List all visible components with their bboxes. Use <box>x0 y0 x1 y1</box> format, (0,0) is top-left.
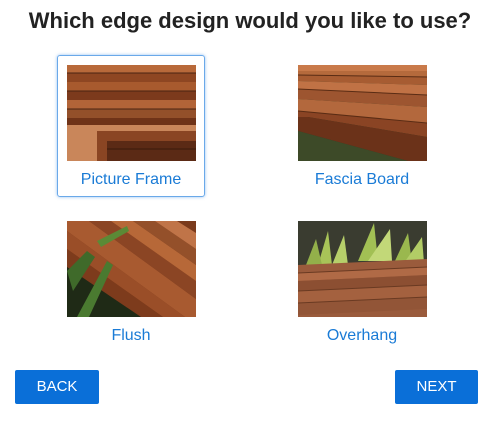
picture-frame-image <box>67 65 196 161</box>
question-title: Which edge design would you like to use? <box>28 8 472 33</box>
option-label: Overhang <box>326 327 398 344</box>
option-fascia-board[interactable]: Fascia Board <box>288 55 436 197</box>
back-button[interactable]: BACK <box>15 370 99 404</box>
option-label: Picture Frame <box>80 171 182 188</box>
fascia-board-image <box>298 65 427 161</box>
option-picture-frame[interactable]: Picture Frame <box>57 55 205 197</box>
option-overhang[interactable]: Overhang <box>288 211 436 353</box>
option-label: Flush <box>111 327 151 344</box>
next-button[interactable]: NEXT <box>395 370 478 404</box>
edge-design-step: Which edge design would you like to use? <box>0 0 500 438</box>
flush-image <box>67 221 196 317</box>
overhang-image <box>298 221 427 317</box>
option-flush[interactable]: Flush <box>57 211 205 353</box>
option-label: Fascia Board <box>314 171 410 188</box>
